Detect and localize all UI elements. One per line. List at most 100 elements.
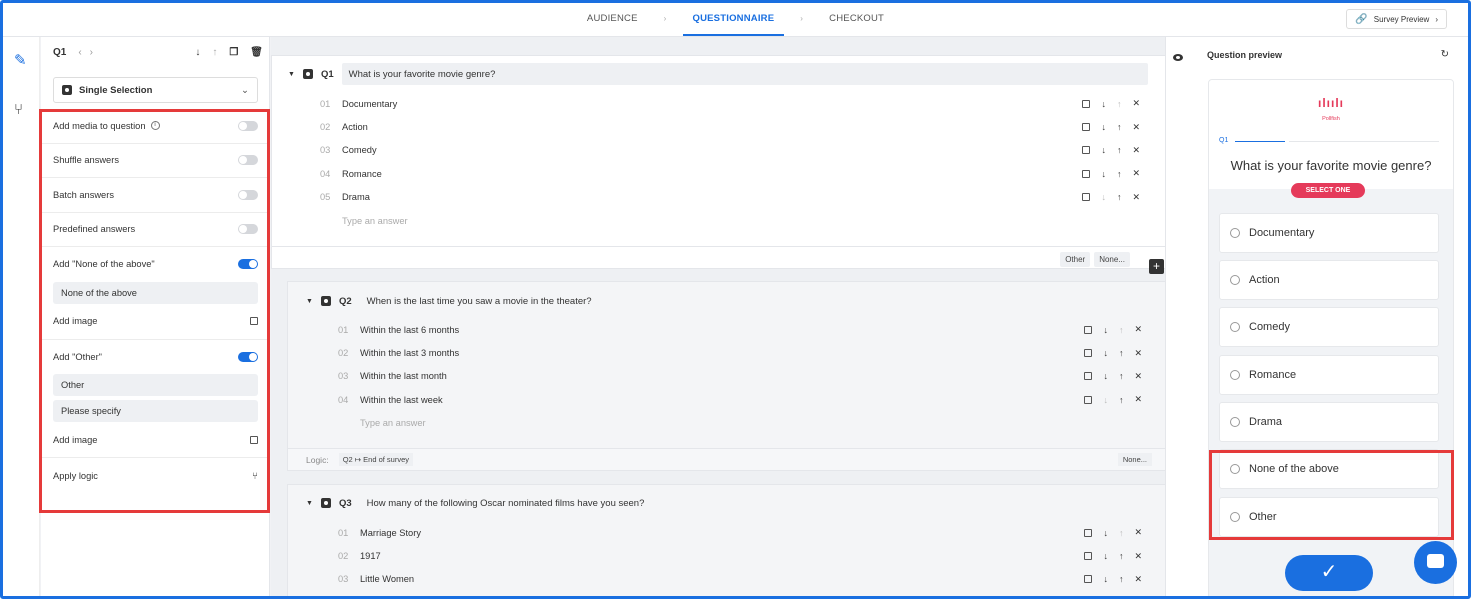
answer-text[interactable]: Within the last month xyxy=(360,371,447,381)
question-title[interactable]: When is the last time you saw a movie in… xyxy=(360,290,599,312)
preview-answer[interactable]: None of the above xyxy=(1219,449,1439,489)
remove-icon[interactable]: ✕ xyxy=(1132,98,1140,109)
none-chip[interactable]: None... xyxy=(1094,252,1130,267)
answer-text[interactable]: Action xyxy=(342,122,368,132)
answer-text[interactable]: Romance xyxy=(342,169,382,179)
image-icon[interactable] xyxy=(1084,349,1093,358)
batch-toggle[interactable] xyxy=(238,189,258,200)
move-up-icon[interactable]: ↑ xyxy=(1117,99,1122,109)
refresh-icon[interactable]: ↻ xyxy=(1441,49,1449,60)
answer-row[interactable]: 04 Romance ↓ ↑ ✕ xyxy=(320,162,1140,185)
answer-text[interactable]: Within the last 3 months xyxy=(360,348,459,358)
answer-row[interactable]: 01 Marriage Story ↓ ↑ ✕ xyxy=(338,521,1142,544)
move-up-icon[interactable]: ↑ xyxy=(1119,574,1124,584)
move-down-icon[interactable]: ↓ xyxy=(1103,528,1108,538)
preview-answer[interactable]: Documentary xyxy=(1219,213,1439,253)
move-up-icon[interactable]: ↑ xyxy=(1117,122,1122,132)
answer-text[interactable]: Marriage Story xyxy=(360,528,421,538)
survey-preview-button[interactable]: 🔗 Survey Preview › xyxy=(1346,9,1447,29)
type-answer-input[interactable]: Type an answer xyxy=(320,209,1140,232)
move-up-icon[interactable]: ↑ xyxy=(1119,371,1124,381)
please-specify-field[interactable]: Please specify xyxy=(53,400,258,422)
image-icon[interactable] xyxy=(1082,193,1091,202)
answer-row[interactable]: 02 Within the last 3 months ↓ ↑ ✕ xyxy=(338,341,1142,364)
image-icon[interactable] xyxy=(1084,325,1093,334)
add-image-row[interactable]: Add image xyxy=(41,304,270,340)
logic-rule-chip[interactable]: Q2 ↦ End of survey xyxy=(338,453,414,466)
question-title[interactable]: How many of the following Oscar nominate… xyxy=(360,492,652,514)
answer-text[interactable]: 1917 xyxy=(360,551,381,561)
move-down-icon[interactable]: ↓ xyxy=(1101,169,1106,179)
collapse-caret-icon[interactable]: ▼ xyxy=(288,71,295,78)
remove-icon[interactable]: ✕ xyxy=(1132,192,1140,203)
answer-row[interactable]: 01 Documentary ↓ ↑ ✕ xyxy=(320,92,1140,115)
question-type-select[interactable]: Single Selection ⌄ xyxy=(53,77,258,103)
other-chip[interactable]: Other xyxy=(1060,252,1091,267)
image-icon[interactable] xyxy=(1082,146,1091,155)
image-icon[interactable] xyxy=(1082,169,1091,178)
image-icon[interactable] xyxy=(1084,552,1093,561)
prev-next-arrows[interactable]: ‹› xyxy=(78,47,101,58)
remove-icon[interactable]: ✕ xyxy=(1134,394,1142,405)
move-up-icon[interactable]: ↑ xyxy=(212,47,217,58)
answer-row[interactable]: 03 Little Women ↓ ↑ ✕ xyxy=(338,568,1142,591)
question-card-q3[interactable]: ▼ Q3 How many of the following Oscar nom… xyxy=(287,484,1171,599)
type-answer-input[interactable]: Type an answer xyxy=(338,412,1142,435)
info-icon[interactable]: i xyxy=(150,121,160,131)
move-up-icon[interactable]: ↑ xyxy=(1117,169,1122,179)
step-audience[interactable]: AUDIENCE xyxy=(577,1,648,36)
move-down-icon[interactable]: ↓ xyxy=(1103,551,1108,561)
move-down-icon[interactable]: ↓ xyxy=(1101,145,1106,155)
answer-row[interactable]: 03 Comedy ↓ ↑ ✕ xyxy=(320,139,1140,162)
edit-pencil-icon[interactable]: ✎ xyxy=(14,51,27,69)
add-media-toggle[interactable] xyxy=(238,120,258,131)
move-down-icon[interactable]: ↓ xyxy=(1103,325,1108,335)
move-down-icon[interactable]: ↓ xyxy=(1101,99,1106,109)
logic-none-chip[interactable]: None... xyxy=(1117,453,1152,466)
move-down-icon[interactable]: ↓ xyxy=(1101,192,1106,202)
remove-icon[interactable]: ✕ xyxy=(1132,145,1140,156)
preview-answer[interactable]: Comedy xyxy=(1219,307,1439,347)
answer-row[interactable]: 04 Within the last week ↓ ↑ ✕ xyxy=(338,388,1142,411)
preview-answer[interactable]: Action xyxy=(1219,260,1439,300)
add-other-toggle[interactable] xyxy=(238,351,258,362)
image-icon[interactable] xyxy=(1082,99,1091,108)
move-down-icon[interactable]: ↓ xyxy=(1101,122,1106,132)
image-icon[interactable] xyxy=(1084,395,1093,404)
apply-logic-row[interactable]: Apply logic ⑂ xyxy=(41,458,270,494)
collapse-caret-icon[interactable]: ▼ xyxy=(306,500,313,507)
add-image-row-2[interactable]: Add image xyxy=(41,422,270,458)
question-card-q1[interactable]: ▼ Q1 What is your favorite movie genre? … xyxy=(271,55,1171,269)
question-title-input[interactable]: What is your favorite movie genre? xyxy=(341,63,1148,85)
remove-icon[interactable]: ✕ xyxy=(1132,168,1140,179)
answer-row[interactable]: 05 Drama ↓ ↑ ✕ xyxy=(320,186,1140,209)
remove-icon[interactable]: ✕ xyxy=(1134,574,1142,585)
move-up-icon[interactable]: ↑ xyxy=(1117,145,1122,155)
answer-text[interactable]: Within the last week xyxy=(360,395,443,405)
collapse-caret-icon[interactable]: ▼ xyxy=(306,298,313,305)
preview-answer[interactable]: Other xyxy=(1219,497,1439,537)
answer-text[interactable]: Documentary xyxy=(342,99,397,109)
move-down-icon[interactable]: ↓ xyxy=(1103,371,1108,381)
chat-bubble-icon[interactable] xyxy=(1414,541,1457,584)
submit-button[interactable]: ✓ xyxy=(1285,555,1373,591)
add-none-toggle[interactable] xyxy=(238,259,258,270)
step-checkout[interactable]: CHECKOUT xyxy=(819,1,894,36)
remove-icon[interactable]: ✕ xyxy=(1132,122,1140,133)
answer-text[interactable]: Drama xyxy=(342,192,370,202)
answer-row[interactable]: 01 Within the last 6 months ↓ ↑ ✕ xyxy=(338,318,1142,341)
remove-icon[interactable]: ✕ xyxy=(1134,551,1142,562)
answer-text[interactable]: Within the last 6 months xyxy=(360,325,459,335)
move-up-icon[interactable]: ↑ xyxy=(1119,395,1124,405)
remove-icon[interactable]: ✕ xyxy=(1134,348,1142,359)
move-up-icon[interactable]: ↑ xyxy=(1119,551,1124,561)
remove-icon[interactable]: ✕ xyxy=(1134,324,1142,335)
move-up-icon[interactable]: ↑ xyxy=(1119,348,1124,358)
preview-answer[interactable]: Drama xyxy=(1219,402,1439,442)
step-questionnaire[interactable]: QUESTIONNAIRE xyxy=(682,1,785,36)
image-icon[interactable] xyxy=(1084,528,1093,537)
move-down-icon[interactable]: ↓ xyxy=(195,47,200,58)
remove-icon[interactable]: ✕ xyxy=(1134,371,1142,382)
add-question-button[interactable]: + xyxy=(1149,259,1164,274)
answer-row[interactable]: 02 Action ↓ ↑ ✕ xyxy=(320,115,1140,138)
